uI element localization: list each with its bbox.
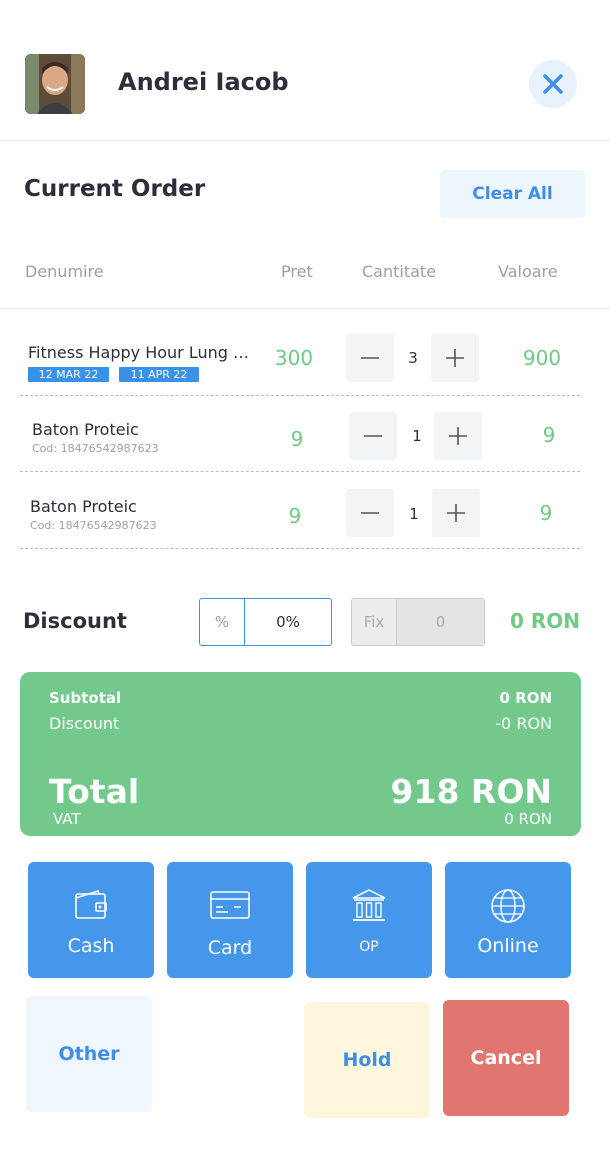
column-header-value: Valoare [498, 262, 558, 281]
discount-amount: 0 RON [510, 609, 581, 633]
fixed-discount-field[interactable]: Fix 0 [351, 598, 485, 646]
row-divider [20, 548, 580, 549]
header-divider [0, 140, 610, 141]
item-price: 9 [288, 504, 302, 528]
increment-button[interactable] [431, 334, 479, 382]
order-title: Current Order [24, 176, 206, 202]
minus-icon [361, 512, 379, 514]
total-value: 918 RON [390, 772, 552, 811]
increment-button[interactable] [434, 412, 482, 460]
item-price: 300 [274, 346, 314, 370]
item-value: 9 [542, 423, 556, 447]
item-name: Baton Proteic [30, 497, 137, 516]
discount-label: Discount [23, 609, 127, 633]
decrement-button[interactable] [346, 334, 394, 382]
item-value: 900 [522, 346, 562, 370]
start-date-badge: 12 MAR 22 [28, 367, 109, 382]
total-label: Total [49, 772, 140, 811]
close-button[interactable] [529, 60, 577, 108]
bank-icon [352, 889, 386, 921]
subtotal-label: Subtotal [49, 689, 122, 707]
decrement-button[interactable] [349, 412, 397, 460]
item-quantity: 3 [408, 349, 418, 367]
user-name: Andrei Iacob [118, 68, 289, 96]
row-divider [20, 471, 580, 472]
item-name: Baton Proteic [32, 420, 139, 439]
item-quantity: 1 [412, 427, 422, 445]
column-header-price: Pret [281, 262, 313, 281]
credit-card-icon [210, 891, 250, 919]
item-code: Cod: 18476542987623 [32, 442, 159, 455]
item-value: 9 [539, 501, 553, 525]
item-name: Fitness Happy Hour Lung … [28, 343, 249, 362]
table-header-divider [0, 308, 610, 309]
subtotal-value: 0 RON [499, 689, 552, 707]
order-summary-panel: Subtotal 0 RON Discount -0 RON Total 918… [20, 672, 581, 836]
plus-icon [446, 349, 464, 367]
row-divider [20, 395, 580, 396]
end-date-badge: 11 APR 22 [119, 367, 199, 382]
op-button[interactable]: OP [306, 862, 432, 978]
minus-icon [361, 357, 379, 359]
fix-label: Fix [352, 599, 397, 645]
item-price: 9 [290, 427, 304, 451]
clear-all-button[interactable]: Clear All [440, 170, 585, 218]
fixed-discount-input[interactable]: 0 [397, 599, 484, 645]
decrement-button[interactable] [346, 489, 394, 537]
cash-button[interactable]: Cash [28, 862, 154, 978]
percent-discount-input[interactable]: 0% [245, 599, 331, 645]
summary-discount-label: Discount [49, 714, 120, 733]
user-avatar [25, 54, 85, 114]
hold-button[interactable]: Hold [304, 1002, 430, 1118]
plus-icon [449, 427, 467, 445]
online-label: Online [477, 935, 539, 957]
card-button[interactable]: Card [167, 862, 293, 978]
globe-icon [491, 889, 525, 923]
cash-label: Cash [67, 935, 115, 957]
minus-icon [364, 435, 382, 437]
column-header-quantity: Cantitate [362, 262, 437, 281]
column-header-name: Denumire [25, 262, 104, 281]
card-label: Card [207, 937, 253, 959]
other-button[interactable]: Other [26, 996, 152, 1112]
item-quantity: 1 [409, 505, 419, 523]
vat-value: 0 RON [504, 810, 552, 828]
summary-discount-value: -0 RON [495, 714, 552, 733]
increment-button[interactable] [432, 489, 480, 537]
op-label: OP [359, 939, 379, 955]
cancel-button[interactable]: Cancel [443, 1000, 569, 1116]
plus-icon [447, 504, 465, 522]
vat-label: VAT [53, 810, 81, 828]
percent-discount-field[interactable]: % 0% [199, 598, 332, 646]
online-button[interactable]: Online [445, 862, 571, 978]
close-icon [543, 74, 563, 94]
wallet-icon [75, 889, 107, 919]
percent-symbol: % [200, 599, 245, 645]
item-code: Cod: 18476542987623 [30, 519, 157, 532]
